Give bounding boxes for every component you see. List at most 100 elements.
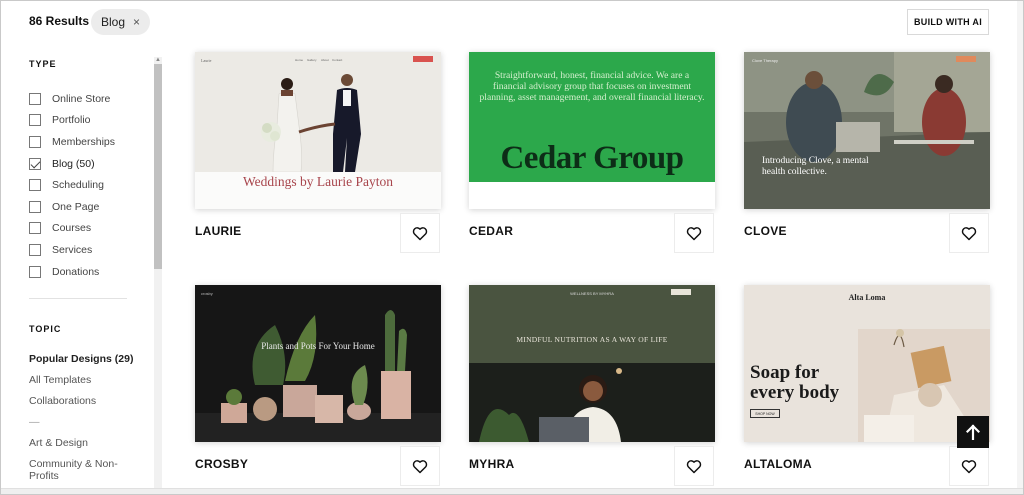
template-preview-clove[interactable]: Introducing Clove, a mental health colle…: [744, 52, 990, 209]
preview-footer: [469, 182, 715, 209]
template-name[interactable]: ALTALOMA: [744, 457, 812, 471]
filter-donations[interactable]: Donations: [29, 261, 115, 283]
favorite-button[interactable]: [674, 213, 714, 253]
filter-label: Portfolio: [52, 114, 91, 127]
filter-courses[interactable]: Courses: [29, 218, 115, 240]
preview-headline: Weddings by Laurie Payton: [242, 174, 393, 189]
preview-nav-item: About: [321, 58, 329, 62]
favorite-button[interactable]: [674, 446, 714, 486]
favorite-button[interactable]: [949, 213, 989, 253]
template-name[interactable]: MYHRA: [469, 457, 515, 471]
page-scrollbar[interactable]: [1017, 1, 1023, 494]
topic-art-design[interactable]: Art & Design: [29, 437, 139, 449]
sidebar-divider: [29, 298, 127, 299]
topic-collaborations[interactable]: Collaborations: [29, 395, 139, 407]
heart-outline-icon: [412, 226, 428, 240]
topic-community[interactable]: Community & Non-Profits: [29, 458, 139, 482]
preview-logo: Alta Loma: [848, 293, 886, 302]
heart-outline-icon: [961, 459, 977, 473]
favorite-button[interactable]: [400, 213, 440, 253]
sidebar-scrollbar[interactable]: ▲: [154, 57, 162, 494]
filter-one-page[interactable]: One Page: [29, 196, 115, 218]
favorite-button[interactable]: [949, 446, 989, 486]
results-toolbar: 86 Results Blog × BUILD WITH AI: [1, 1, 1017, 43]
filter-portfolio[interactable]: Portfolio: [29, 110, 115, 132]
template-browser: 86 Results Blog × BUILD WITH AI TYPE Onl…: [0, 0, 1024, 495]
preview-cta: [413, 56, 433, 62]
filter-online-store[interactable]: Online Store: [29, 88, 115, 110]
preview-headline: Introducing Clove, a mental health colle…: [762, 156, 869, 177]
horizontal-scrollbar[interactable]: [1, 488, 1023, 494]
filter-label: Services: [52, 243, 93, 256]
preview-headline: Plants and Pots For Your Home: [261, 341, 375, 351]
preview-cta: [956, 56, 976, 62]
checkbox[interactable]: [29, 200, 41, 213]
active-filter-label: Blog: [101, 15, 126, 29]
scroll-up-icon[interactable]: ▲: [155, 57, 161, 63]
checkbox-checked[interactable]: [29, 157, 41, 170]
template-preview-crosby[interactable]: Plants and Pots For Your Home crosby: [195, 285, 441, 442]
preview-logo: crosby: [201, 291, 213, 296]
filter-label: Online Store: [52, 92, 111, 105]
template-name[interactable]: LAURIE: [195, 224, 241, 238]
filter-label: Blog (50): [52, 157, 95, 170]
remove-filter-icon[interactable]: ×: [133, 15, 140, 29]
preview-logo: Cedar Group: [500, 140, 684, 176]
template-name[interactable]: CEDAR: [469, 224, 513, 238]
sidebar-scroll-thumb[interactable]: [154, 64, 162, 269]
topic-popular-designs[interactable]: Popular Designs (29): [29, 353, 139, 365]
preview-headline: MINDFUL NUTRITION AS A WAY OF LIFE: [516, 335, 668, 344]
filter-label: Memberships: [52, 135, 116, 148]
favorite-button[interactable]: [400, 446, 440, 486]
checkbox[interactable]: [29, 243, 41, 256]
topic-all-templates[interactable]: All Templates: [29, 374, 139, 386]
filter-services[interactable]: Services: [29, 239, 115, 261]
arrow-up-icon: [966, 424, 980, 440]
couple-photo: [261, 74, 361, 172]
preview-headline: Soap for every body: [750, 362, 840, 403]
active-filter-chip[interactable]: Blog ×: [91, 9, 151, 35]
filter-label: Donations: [52, 265, 100, 278]
checkbox[interactable]: [29, 179, 41, 192]
filter-label: Courses: [52, 222, 92, 235]
filter-memberships[interactable]: Memberships: [29, 131, 115, 153]
filter-blog[interactable]: Blog (50): [29, 153, 115, 175]
preview-nav-item: Contact: [332, 58, 343, 62]
topic-section-title: TOPIC: [29, 324, 62, 334]
type-filter-list: Online Store Portfolio Memberships Blog …: [29, 88, 115, 282]
back-to-top-button[interactable]: [957, 416, 989, 448]
preview-cta: [671, 289, 691, 295]
template-preview-altaloma[interactable]: Alta Loma Soap for every body SHOP NOW: [744, 285, 990, 442]
filter-scheduling[interactable]: Scheduling: [29, 174, 115, 196]
heart-outline-icon: [686, 226, 702, 240]
template-preview-myhra[interactable]: MINDFUL NUTRITION AS A WAY OF LIFE WELLN…: [469, 285, 715, 442]
template-name[interactable]: CROSBY: [195, 457, 248, 471]
template-preview-cedar[interactable]: Straightforward, honest, financial advic…: [469, 52, 715, 209]
checkbox[interactable]: [29, 114, 41, 127]
preview-nav-item: Gallery: [307, 58, 317, 62]
topic-separator: —: [29, 416, 40, 428]
preview-tagline: Straightforward, honest, financial advic…: [479, 70, 705, 103]
checkbox[interactable]: [29, 92, 41, 105]
checkbox[interactable]: [29, 265, 41, 278]
therapy-photo: [744, 52, 990, 209]
template-name[interactable]: CLOVE: [744, 224, 787, 238]
heart-outline-icon: [686, 459, 702, 473]
build-with-ai-button[interactable]: BUILD WITH AI: [907, 9, 989, 35]
preview-logo: Clove Therapy: [752, 58, 778, 63]
filter-label: One Page: [52, 200, 100, 213]
preview-nav-item: Home: [295, 58, 304, 62]
type-section-title: TYPE: [29, 59, 57, 69]
filter-sidebar: TYPE Online Store Portfolio Memberships …: [1, 43, 163, 494]
checkbox[interactable]: [29, 222, 41, 235]
topic-list: Popular Designs (29) All Templates Colla…: [29, 353, 139, 482]
template-preview-laurie[interactable]: Laurie Home Gallery About Contact Weddin…: [195, 52, 441, 209]
heart-outline-icon: [961, 226, 977, 240]
filter-label: Scheduling: [52, 179, 104, 192]
plants-photo: [195, 285, 441, 442]
heart-outline-icon: [412, 459, 428, 473]
nutrition-photo: [469, 285, 715, 442]
preview-logo: Laurie: [201, 58, 212, 63]
results-count: 86 Results: [29, 14, 90, 28]
checkbox[interactable]: [29, 135, 41, 148]
